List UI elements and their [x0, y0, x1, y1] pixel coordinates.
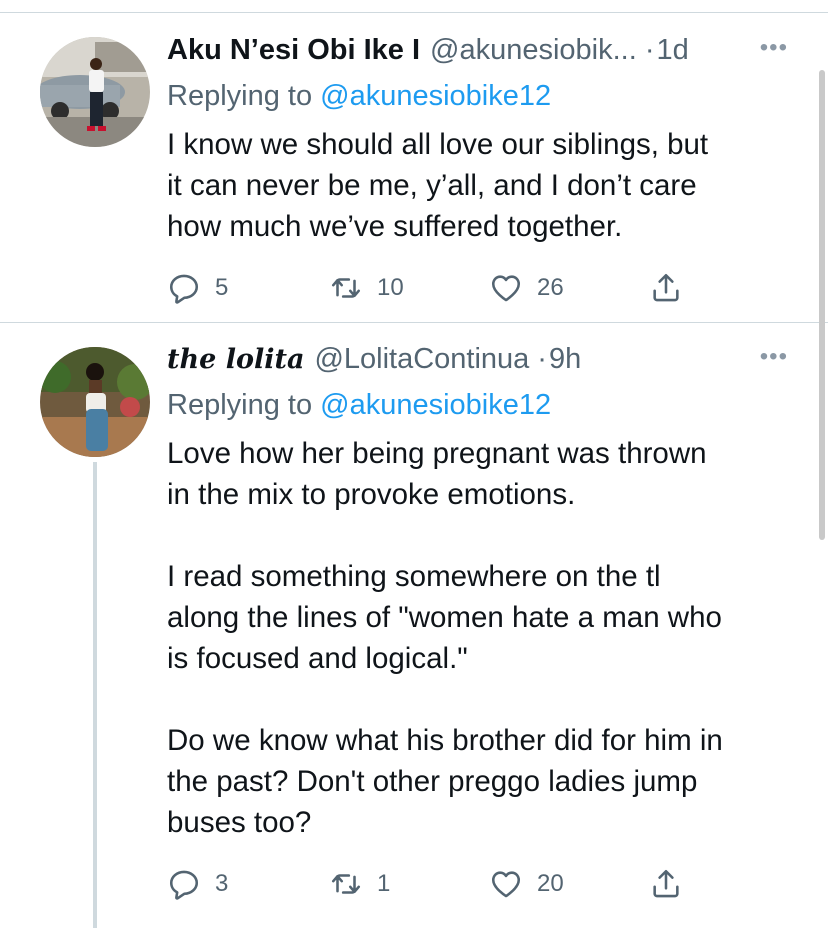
replying-to-handle[interactable]: @akunesiobike12 — [320, 80, 551, 112]
share-button[interactable] — [649, 866, 683, 902]
tweet[interactable]: the lolita @LolitaContinua · 9h ••• Repl… — [0, 323, 828, 928]
timestamp[interactable]: 9h — [549, 337, 581, 381]
more-icon[interactable]: ••• — [760, 36, 788, 60]
replying-to: Replying to @akunesiobike12 — [167, 385, 788, 425]
replying-to-label: Replying to — [167, 389, 321, 421]
author-name-prefix: the — [167, 344, 217, 375]
tweet-text: Love how her being pregnant was thrown i… — [167, 437, 723, 839]
more-icon[interactable]: ••• — [760, 345, 788, 369]
like-icon — [491, 871, 521, 898]
reply-button[interactable]: 5 — [167, 270, 228, 306]
replying-to-handle[interactable]: @akunesiobike12 — [320, 389, 551, 421]
author-handle[interactable]: @LolitaContinua — [314, 337, 529, 381]
reply-count: 3 — [215, 870, 229, 897]
thread-line — [93, 462, 97, 928]
author-name[interactable]: Aku N’esi Obi Ike I — [167, 28, 420, 72]
reply-count: 5 — [215, 274, 229, 301]
reply-button[interactable]: 3 — [167, 866, 228, 902]
share-icon — [653, 273, 679, 302]
reply-icon — [169, 274, 199, 304]
separator-dot: · — [537, 343, 547, 375]
action-bar: 5 10 26 — [167, 270, 687, 310]
replying-to-label: Replying to — [167, 80, 321, 112]
like-count: 26 — [537, 274, 564, 301]
like-icon — [491, 275, 521, 302]
avatar[interactable] — [40, 37, 150, 147]
timestamp[interactable]: 1d — [656, 28, 688, 72]
like-count: 20 — [537, 870, 564, 897]
tweet-text: I know we should all love our siblings, … — [167, 128, 709, 243]
reply-icon — [169, 870, 199, 900]
avatar-image — [40, 37, 150, 147]
separator-dot: · — [644, 34, 655, 66]
retweet-button[interactable]: 10 — [329, 270, 404, 306]
retweet-button[interactable]: 1 — [329, 866, 390, 902]
replying-to: Replying to @akunesiobike12 — [167, 76, 788, 116]
scrollbar[interactable] — [819, 70, 825, 540]
retweet-count: 1 — [377, 870, 391, 897]
author-name[interactable]: the lolita — [167, 338, 304, 382]
avatar[interactable] — [40, 347, 150, 457]
avatar-image — [40, 347, 150, 457]
tweet[interactable]: Aku N’esi Obi Ike I @akunesiobik... · 1d… — [0, 0, 828, 322]
retweet-count: 10 — [377, 274, 404, 301]
like-button[interactable]: 26 — [489, 270, 564, 306]
like-button[interactable]: 20 — [489, 866, 564, 902]
retweet-icon — [331, 874, 361, 894]
author-handle[interactable]: @akunesiobik... — [430, 28, 637, 72]
action-bar: 3 1 20 — [167, 866, 687, 906]
author-name-main: lolita — [225, 344, 305, 375]
share-button[interactable] — [649, 270, 683, 306]
retweet-icon — [331, 278, 361, 298]
share-icon — [653, 869, 679, 898]
